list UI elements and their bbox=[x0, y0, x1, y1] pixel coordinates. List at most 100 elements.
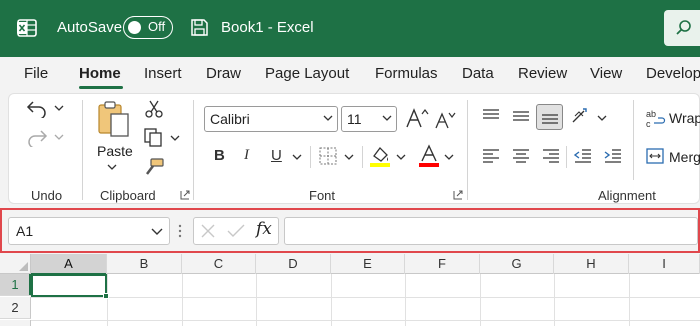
redo-dropdown-icon[interactable] bbox=[54, 133, 64, 141]
tab-review[interactable]: Review bbox=[518, 65, 567, 82]
undo-icon[interactable] bbox=[25, 98, 49, 118]
bold-button[interactable]: B bbox=[214, 147, 225, 164]
toggle-knob bbox=[128, 20, 141, 34]
autosave-state: Off bbox=[148, 19, 166, 34]
tab-formulas[interactable]: Formulas bbox=[375, 65, 438, 82]
underline-dropdown-icon[interactable] bbox=[292, 153, 302, 161]
italic-button[interactable]: I bbox=[244, 147, 249, 164]
group-divider bbox=[82, 100, 83, 200]
group-divider bbox=[193, 100, 194, 200]
middle-align-icon[interactable] bbox=[511, 108, 531, 124]
row-header-1[interactable]: 1 bbox=[0, 274, 31, 296]
decrease-font-size-icon[interactable] bbox=[434, 110, 456, 130]
search-icon bbox=[676, 20, 691, 35]
divider bbox=[633, 100, 634, 180]
borders-icon[interactable] bbox=[318, 146, 338, 166]
excel-logo-icon bbox=[17, 19, 37, 37]
copy-icon[interactable] bbox=[143, 127, 163, 147]
row-header-2[interactable]: 2 bbox=[0, 297, 31, 319]
column-header-g[interactable]: G bbox=[480, 254, 554, 274]
column-header-f[interactable]: F bbox=[405, 254, 480, 274]
orientation-icon[interactable] bbox=[570, 106, 592, 126]
cut-icon[interactable] bbox=[145, 99, 163, 119]
svg-text:ab: ab bbox=[646, 109, 656, 119]
tab-draw[interactable]: Draw bbox=[206, 65, 241, 82]
font-size-value: 11 bbox=[347, 111, 362, 127]
top-align-icon[interactable] bbox=[481, 108, 501, 124]
svg-text:c: c bbox=[646, 119, 651, 128]
gridline bbox=[182, 274, 183, 326]
paste-icon[interactable] bbox=[97, 100, 131, 140]
gridline bbox=[554, 274, 555, 326]
column-header-i[interactable]: I bbox=[629, 254, 700, 274]
chevron-down-icon bbox=[323, 115, 333, 121]
column-header-h[interactable]: H bbox=[554, 254, 629, 274]
tab-file[interactable]: File bbox=[24, 65, 48, 82]
group-divider bbox=[467, 100, 468, 200]
fill-color-dropdown-icon[interactable] bbox=[396, 153, 406, 161]
align-right-icon[interactable] bbox=[541, 147, 561, 165]
column-header-d[interactable]: D bbox=[256, 254, 331, 274]
tab-view[interactable]: View bbox=[590, 65, 622, 82]
increase-font-size-icon[interactable] bbox=[405, 107, 429, 129]
column-header-e[interactable]: E bbox=[331, 254, 405, 274]
align-center-icon[interactable] bbox=[511, 147, 531, 165]
row-header-3[interactable]: 3 bbox=[0, 320, 31, 326]
underline-button[interactable]: U bbox=[271, 147, 282, 164]
wrap-text-icon[interactable]: ab c bbox=[646, 108, 666, 128]
align-left-icon[interactable] bbox=[481, 147, 501, 165]
gridline bbox=[31, 320, 700, 321]
column-header-b[interactable]: B bbox=[107, 254, 182, 274]
font-color-dropdown-icon[interactable] bbox=[444, 153, 454, 161]
gridline bbox=[629, 274, 630, 326]
clipboard-group-label: Clipboard bbox=[100, 188, 156, 203]
font-color-icon[interactable] bbox=[418, 144, 440, 168]
borders-dropdown-icon[interactable] bbox=[344, 153, 354, 161]
font-group-label: Font bbox=[309, 188, 336, 203]
merge-center-label[interactable]: Merg bbox=[669, 149, 700, 165]
divider bbox=[566, 146, 567, 168]
title-bar: AutoSave Off Book1 - Excel bbox=[0, 0, 700, 57]
tab-insert[interactable]: Insert bbox=[144, 65, 182, 82]
tab-data[interactable]: Data bbox=[462, 65, 494, 82]
paste-label[interactable]: Paste bbox=[97, 143, 133, 159]
save-icon[interactable] bbox=[190, 18, 209, 37]
font-size-select[interactable]: 11 bbox=[341, 106, 397, 132]
undo-group-label: Undo bbox=[31, 188, 63, 203]
divider bbox=[310, 146, 311, 168]
clipboard-launcher-icon[interactable] bbox=[180, 190, 190, 200]
undo-dropdown-icon[interactable] bbox=[54, 104, 64, 112]
search-box[interactable] bbox=[664, 10, 700, 46]
font-name-value: Calibri bbox=[210, 111, 250, 127]
redo-icon[interactable] bbox=[25, 127, 49, 147]
column-header-c[interactable]: C bbox=[182, 254, 256, 274]
autosave-toggle[interactable]: Off bbox=[123, 16, 173, 39]
gridline bbox=[256, 274, 257, 326]
active-cell-a1[interactable] bbox=[31, 274, 109, 299]
tab-developer[interactable]: Develop bbox=[646, 65, 700, 82]
format-painter-icon[interactable] bbox=[143, 157, 165, 177]
gridline bbox=[405, 274, 406, 326]
tab-page-layout[interactable]: Page Layout bbox=[265, 65, 349, 82]
bottom-align-button[interactable] bbox=[536, 104, 563, 130]
increase-indent-icon[interactable] bbox=[603, 147, 623, 165]
divider bbox=[362, 146, 363, 168]
wrap-text-label[interactable]: Wrap bbox=[669, 110, 700, 126]
select-all-corner[interactable] bbox=[0, 254, 31, 274]
fill-handle[interactable] bbox=[103, 293, 109, 299]
gridline bbox=[107, 274, 108, 326]
copy-dropdown-icon[interactable] bbox=[170, 134, 180, 142]
column-header-a[interactable]: A bbox=[31, 254, 107, 275]
orientation-dropdown-icon[interactable] bbox=[597, 114, 607, 122]
paste-dropdown-icon[interactable] bbox=[107, 163, 117, 171]
active-tab-indicator bbox=[79, 86, 123, 89]
decrease-indent-icon[interactable] bbox=[573, 147, 593, 165]
fill-color-icon[interactable] bbox=[369, 144, 391, 168]
merge-center-icon[interactable] bbox=[645, 147, 665, 165]
font-name-select[interactable]: Calibri bbox=[204, 106, 338, 132]
select-all-icon bbox=[19, 262, 28, 271]
document-title: Book1 - Excel bbox=[221, 19, 314, 36]
font-launcher-icon[interactable] bbox=[453, 190, 463, 200]
formula-bar-highlight bbox=[0, 208, 700, 253]
tab-home[interactable]: Home bbox=[79, 65, 121, 82]
